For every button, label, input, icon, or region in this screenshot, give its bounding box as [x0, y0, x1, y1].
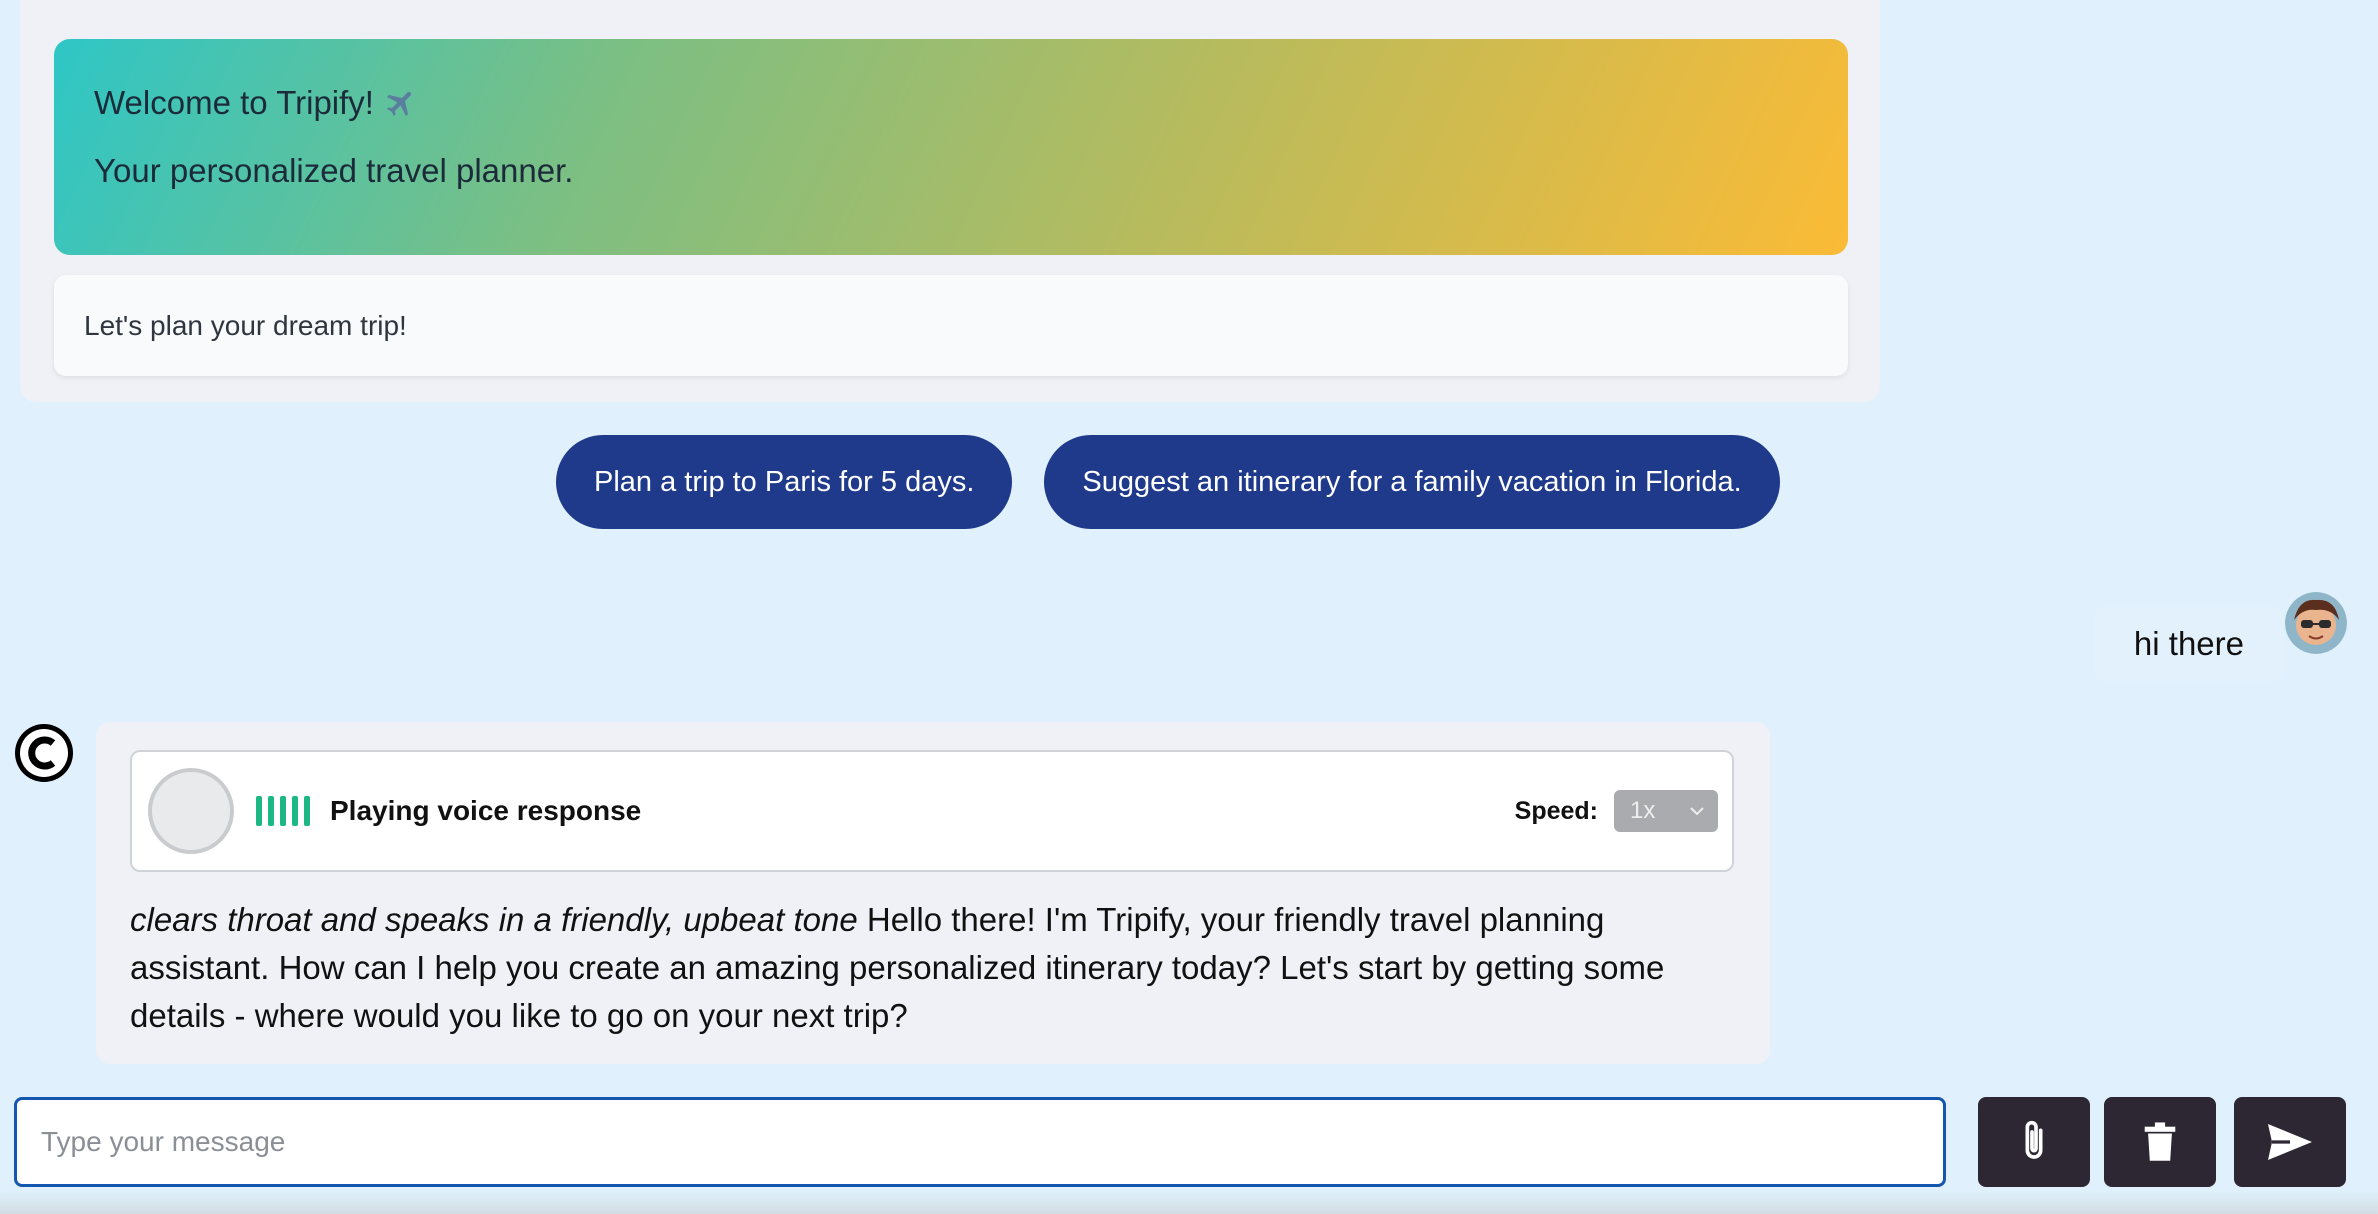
speed-select[interactable]: 1x — [1614, 790, 1718, 832]
chat-page: Welcome to Tripify! Your personalized tr… — [0, 0, 2378, 1214]
welcome-subtitle: Your personalized travel planner. — [94, 152, 574, 189]
bot-stage-direction: clears throat and speaks in a friendly, … — [130, 901, 858, 938]
attach-button[interactable] — [1978, 1097, 2090, 1187]
input-bar-bottom — [0, 1190, 2378, 1214]
message-input[interactable] — [14, 1097, 1946, 1187]
user-message-bubble: hi there — [2093, 606, 2284, 682]
paperclip-icon — [2025, 1120, 2043, 1159]
voice-status: Playing voice response — [330, 795, 642, 826]
speed-label: Speed: — [1514, 796, 1598, 825]
voice-wave-icon — [256, 796, 310, 826]
welcome-title-text: Welcome to Tripify! — [94, 84, 374, 121]
suggestion-chip-paris[interactable]: Plan a trip to Paris for 5 days. — [556, 435, 1013, 529]
bot-message-bubble: Playing voice response Speed: 1x clears … — [96, 722, 1770, 1064]
bot-message-text: clears throat and speaks in a friendly, … — [130, 896, 1710, 1040]
voice-play-button[interactable] — [148, 768, 234, 854]
bot-logo-icon — [13, 722, 75, 784]
speed-value: 1x — [1630, 797, 1656, 824]
welcome-banner: Welcome to Tripify! Your personalized tr… — [54, 39, 1848, 255]
welcome-title: Welcome to Tripify! — [94, 84, 1808, 122]
welcome-note: Let's plan your dream trip! — [54, 275, 1848, 376]
welcome-section: Welcome to Tripify! Your personalized tr… — [20, 0, 1880, 402]
speed-control: Speed: 1x — [1515, 790, 1718, 832]
airplane-icon — [386, 91, 412, 117]
chevron-down-icon — [1690, 807, 1704, 816]
send-icon — [2268, 1124, 2312, 1160]
voice-player: Playing voice response Speed: 1x — [130, 750, 1734, 872]
suggestion-chips: Plan a trip to Paris for 5 days. Suggest… — [0, 435, 2378, 529]
delete-button[interactable] — [2104, 1097, 2216, 1187]
trash-icon — [2144, 1122, 2176, 1161]
user-avatar — [2285, 592, 2347, 654]
user-avatar-image — [2285, 592, 2347, 654]
suggestion-chip-florida[interactable]: Suggest an itinerary for a family vacati… — [1044, 435, 1780, 529]
send-button[interactable] — [2234, 1097, 2346, 1187]
